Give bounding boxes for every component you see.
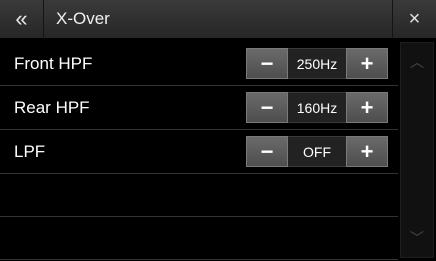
setting-value: OFF [288,136,346,167]
double-chevron-left-icon: « [15,6,28,31]
decrease-button[interactable]: − [246,48,288,79]
setting-row-lpf: LPF − OFF + [0,130,398,174]
chevron-down-icon: ﹀ [410,230,424,246]
decrease-button[interactable]: − [246,136,288,167]
decrease-button[interactable]: − [246,92,288,123]
setting-value: 160Hz [288,92,346,123]
close-icon: × [408,7,421,30]
title-bar: « X-Over × [0,0,436,38]
empty-row [0,217,398,260]
increase-button[interactable]: + [346,92,388,123]
lpf-stepper: − OFF + [246,136,388,167]
rear-hpf-stepper: − 160Hz + [246,92,388,123]
setting-row-rear-hpf: Rear HPF − 160Hz + [0,86,398,130]
chevron-up-icon: ︿ [410,54,424,70]
setting-value: 250Hz [288,48,346,79]
scrollbar[interactable]: ︿ ﹀ [400,42,434,258]
scroll-up-button[interactable]: ︿ [401,45,433,79]
back-button[interactable]: « [0,0,44,38]
increase-button[interactable]: + [346,48,388,79]
empty-row [0,174,398,217]
front-hpf-stepper: − 250Hz + [246,48,388,79]
scroll-down-button[interactable]: ﹀ [401,221,433,255]
page-title: X-Over [56,9,110,28]
increase-button[interactable]: + [346,136,388,167]
close-button[interactable]: × [392,0,436,38]
settings-list: Front HPF − 250Hz + Rear HPF − 160Hz + L… [0,42,398,260]
setting-row-front-hpf: Front HPF − 250Hz + [0,42,398,86]
